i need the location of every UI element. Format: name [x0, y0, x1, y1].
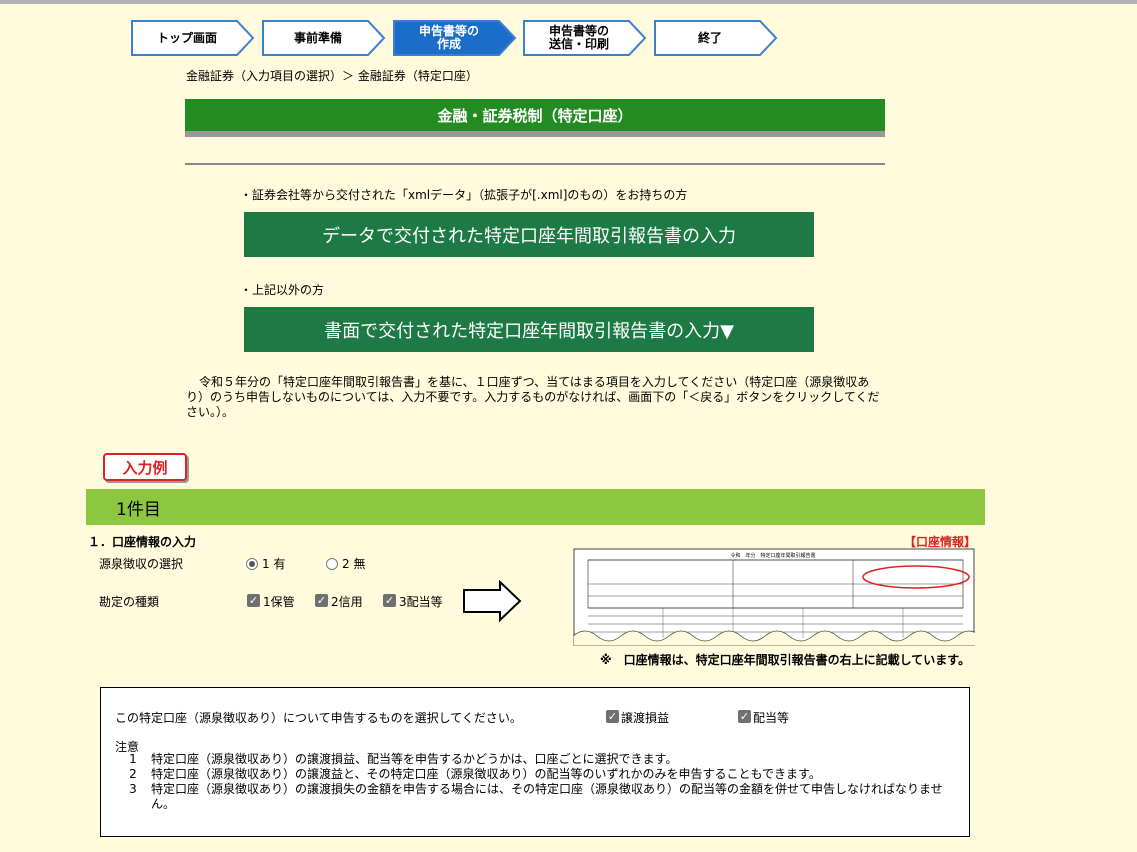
declaration-question: この特定口座（源泉徴収あり）について申告するものを選択してください。	[115, 711, 522, 725]
top-border	[0, 0, 1137, 4]
checkbox-haito: ✓	[383, 594, 396, 607]
xml-note: ・証券会社等から交付された「xmlデータ」（拡張子が[.xml]のもの）をお持ち…	[240, 188, 688, 202]
checkbox-capital-gains[interactable]: ✓	[606, 710, 619, 723]
case-header: 1件目	[86, 489, 985, 525]
arrow-right-icon	[463, 580, 522, 622]
notes-list: 1 特定口座（源泉徴収あり）の譲渡損益、配当等を申告するかどうかは、口座ごとに選択…	[115, 752, 960, 812]
checkbox-haito-label: 3配当等	[399, 595, 443, 609]
page-title: 金融・証券税制（特定口座）	[185, 99, 885, 137]
example-badge: 入力例	[103, 453, 187, 481]
radio-no-label: 2 無	[342, 557, 366, 571]
checkbox-shinyo: ✓	[315, 594, 328, 607]
instruction-text: 令和５年分の「特定口座年間取引報告書」を基に、１口座ずつ、当てはまる項目を入力し…	[186, 375, 880, 419]
list-item: 2 特定口座（源泉徴収あり）の譲渡益と、その特定口座（源泉徴収あり）の配当等のいず…	[129, 767, 821, 781]
radio-withholding-no	[326, 558, 338, 570]
report-caption: ※ 口座情報は、特定口座年間取引報告書の右上に記載しています。	[600, 653, 971, 667]
radio-withholding-yes	[246, 558, 258, 570]
list-item: 1 特定口座（源泉徴収あり）の譲渡損益、配当等を申告するかどうかは、口座ごとに選択…	[129, 752, 678, 766]
account-type-label: 勘定の種類	[99, 595, 160, 609]
section-title: １．口座情報の入力	[88, 535, 197, 549]
checkbox-dividends[interactable]: ✓	[738, 710, 751, 723]
checkbox-hokan: ✓	[247, 594, 260, 607]
declaration-box: この特定口座（源泉徴収あり）について申告するものを選択してください。 ✓ 譲渡損…	[100, 687, 970, 837]
radio-yes-label: 1 有	[262, 557, 286, 571]
divider	[185, 163, 885, 165]
xml-input-button[interactable]: データで交付された特定口座年間取引報告書の入力	[244, 212, 814, 257]
checkbox-shinyo-label: 2信用	[331, 595, 363, 609]
checkbox-hokan-label: 1保管	[263, 595, 295, 609]
paper-input-button[interactable]: 書面で交付された特定口座年間取引報告書の入力▼	[244, 307, 814, 352]
report-title: 令和 年分 特定口座年間取引報告書	[730, 552, 815, 559]
checkbox-dividends-label: 配当等	[753, 711, 790, 725]
report-sample-image: 令和 年分 特定口座年間取引報告書	[573, 548, 975, 646]
list-item: 3 特定口座（源泉徴収あり）の譲渡損失の金額を申告する場合には、その特定口座（源泉…	[129, 782, 943, 811]
checkbox-capital-gains-label: 譲渡損益	[621, 711, 670, 725]
breadcrumb: 金融証券（入力項目の選択）＞ 金融証券（特定口座）	[186, 69, 478, 83]
withholding-label: 源泉徴収の選択	[99, 557, 184, 571]
other-note: ・上記以外の方	[240, 283, 325, 297]
